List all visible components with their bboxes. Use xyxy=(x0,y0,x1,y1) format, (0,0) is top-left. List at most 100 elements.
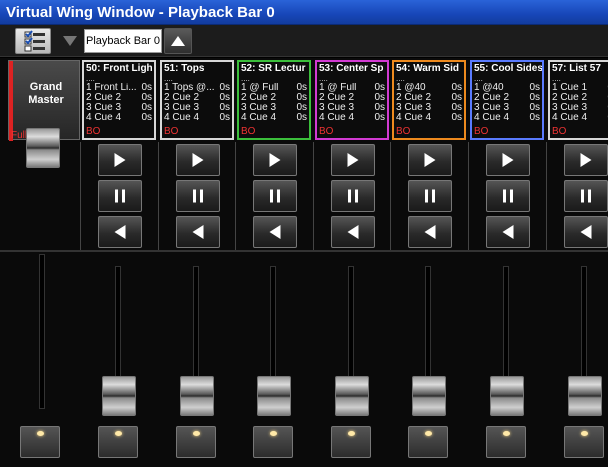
cue-row: 4 Cue 4 0s xyxy=(394,113,464,123)
flash-button-led xyxy=(270,431,277,436)
pause-button[interactable] xyxy=(486,180,530,212)
fader-knob[interactable] xyxy=(490,376,524,416)
back-button[interactable] xyxy=(408,216,452,248)
fader-knob[interactable] xyxy=(335,376,369,416)
flash-button[interactable] xyxy=(176,426,216,458)
pause-button[interactable] xyxy=(564,180,608,212)
cue-name: 4 Cue 4 xyxy=(552,113,588,123)
cue-time: 0s xyxy=(141,112,152,123)
grand-master-flash-button[interactable] xyxy=(20,426,60,458)
back-button[interactable] xyxy=(253,216,297,248)
cuelist-status: BO xyxy=(86,126,101,137)
pause-button[interactable] xyxy=(408,180,452,212)
pause-icon xyxy=(115,189,125,203)
pause-button[interactable] xyxy=(176,180,220,212)
previous-bar-button[interactable] xyxy=(58,28,82,54)
cue-name: 4 Cue 4 xyxy=(164,113,200,123)
cue-name: 2 Cue 2 xyxy=(552,93,588,103)
cuelist-status: BO xyxy=(164,126,179,137)
back-button[interactable] xyxy=(176,216,220,248)
cuelist-status: BO xyxy=(241,126,256,137)
cue-row: 4 Cue 4 0s xyxy=(472,113,542,123)
pause-button[interactable] xyxy=(331,180,375,212)
cue-name: 2 Cue 2 xyxy=(474,93,510,103)
cuelist-card[interactable]: 52: SR Lectur.... 1 @ Full 0s 2 Cue 2 0s 3 Cu… xyxy=(237,60,311,140)
fader-knob[interactable] xyxy=(568,376,602,416)
pause-icon xyxy=(503,189,513,203)
play-icon xyxy=(192,153,204,167)
grand-master-fader-knob[interactable] xyxy=(26,128,60,168)
toolbar: Playback Bar 0 xyxy=(0,25,608,57)
cuelist-card[interactable]: 55: Cool Sides.... 1 @40 0s 2 Cue 2 0s 3 Cue … xyxy=(470,60,544,140)
cue-name: 4 Cue 4 xyxy=(396,113,432,123)
back-button[interactable] xyxy=(98,216,142,248)
cuelist-card[interactable]: 54: Warm Sid.... 1 @40 0s 2 Cue 2 0s 3 Cue 30… xyxy=(392,60,466,140)
cue-row: 4 Cue 4 0s xyxy=(162,113,232,123)
back-icon xyxy=(114,225,126,239)
cuelist-card[interactable]: 50: Front Ligh.... 1 Front Li... 0s 2 Cue 2… xyxy=(82,60,156,140)
cue-name: 1 Cue 1 xyxy=(552,83,588,93)
flash-button[interactable] xyxy=(331,426,371,458)
cue-name: 4 Cue 4 xyxy=(241,113,277,123)
column-divider xyxy=(390,142,391,250)
flash-button[interactable] xyxy=(564,426,604,458)
back-button[interactable] xyxy=(564,216,608,248)
cue-time: 0s xyxy=(219,112,230,123)
pause-icon xyxy=(270,189,280,203)
window-title: Virtual Wing Window - Playback Bar 0 xyxy=(0,0,608,25)
cue-row: 2 Cue 20s xyxy=(550,93,608,103)
cuelist-status: BO xyxy=(552,126,567,137)
cue-name: 2 Cue 2 xyxy=(164,93,200,103)
play-icon xyxy=(580,153,592,167)
flash-button[interactable] xyxy=(408,426,448,458)
play-icon xyxy=(114,153,126,167)
cue-name: 2 Cue 2 xyxy=(396,93,432,103)
cue-name: 4 Cue 4 xyxy=(86,113,122,123)
cue-row: 4 Cue 4 0s xyxy=(317,113,387,123)
go-button[interactable] xyxy=(331,144,375,176)
back-icon xyxy=(269,225,281,239)
cuelist-status: BO xyxy=(396,126,411,137)
cue-name: 1 Tops @... xyxy=(164,83,215,93)
go-button[interactable] xyxy=(486,144,530,176)
cuelist-card[interactable]: 51: Tops.... 1 Tops @... 0s 2 Cue 2 0s 3 Cue … xyxy=(160,60,234,140)
cue-name: 2 Cue 2 xyxy=(86,93,122,103)
cuelist-card[interactable]: 57: List 57....1 Cue 10s2 Cue 20s3 Cue 3… xyxy=(548,60,608,140)
next-bar-button[interactable] xyxy=(164,28,192,54)
flash-button-led xyxy=(503,431,510,436)
cue-name: 3 Cue 3 xyxy=(164,103,200,113)
pause-icon xyxy=(425,189,435,203)
fader-knob[interactable] xyxy=(102,376,136,416)
go-button[interactable] xyxy=(98,144,142,176)
flash-button[interactable] xyxy=(253,426,293,458)
checklist-icon xyxy=(24,30,45,52)
pause-button[interactable] xyxy=(98,180,142,212)
pause-button[interactable] xyxy=(253,180,297,212)
go-button[interactable] xyxy=(253,144,297,176)
section-divider xyxy=(0,250,608,252)
fader-knob[interactable] xyxy=(257,376,291,416)
flash-button-led xyxy=(193,431,200,436)
cue-time: 0s xyxy=(451,112,462,123)
cue-name: 1 Front Li... xyxy=(86,83,137,93)
cue-name: 3 Cue 3 xyxy=(552,103,588,113)
cuelist-card[interactable]: 53: Center Sp.... 1 @ Full 0s 2 Cue 2 0s 3 Cu… xyxy=(315,60,389,140)
cue-name: 3 Cue 3 xyxy=(241,103,277,113)
go-button[interactable] xyxy=(408,144,452,176)
cue-name: 1 @40 xyxy=(474,83,504,93)
flash-button[interactable] xyxy=(486,426,526,458)
back-button[interactable] xyxy=(331,216,375,248)
cue-row: 3 Cue 30s xyxy=(550,103,608,113)
fader-knob[interactable] xyxy=(180,376,214,416)
flash-button[interactable] xyxy=(98,426,138,458)
fader-knob[interactable] xyxy=(412,376,446,416)
list-view-button[interactable] xyxy=(15,28,51,54)
back-button[interactable] xyxy=(486,216,530,248)
pause-icon xyxy=(193,189,203,203)
cue-name: 2 Cue 2 xyxy=(319,93,355,103)
cue-time: 0s xyxy=(374,112,385,123)
arrow-up-icon xyxy=(171,36,185,46)
cue-time: 0s xyxy=(296,112,307,123)
go-button[interactable] xyxy=(176,144,220,176)
go-button[interactable] xyxy=(564,144,608,176)
